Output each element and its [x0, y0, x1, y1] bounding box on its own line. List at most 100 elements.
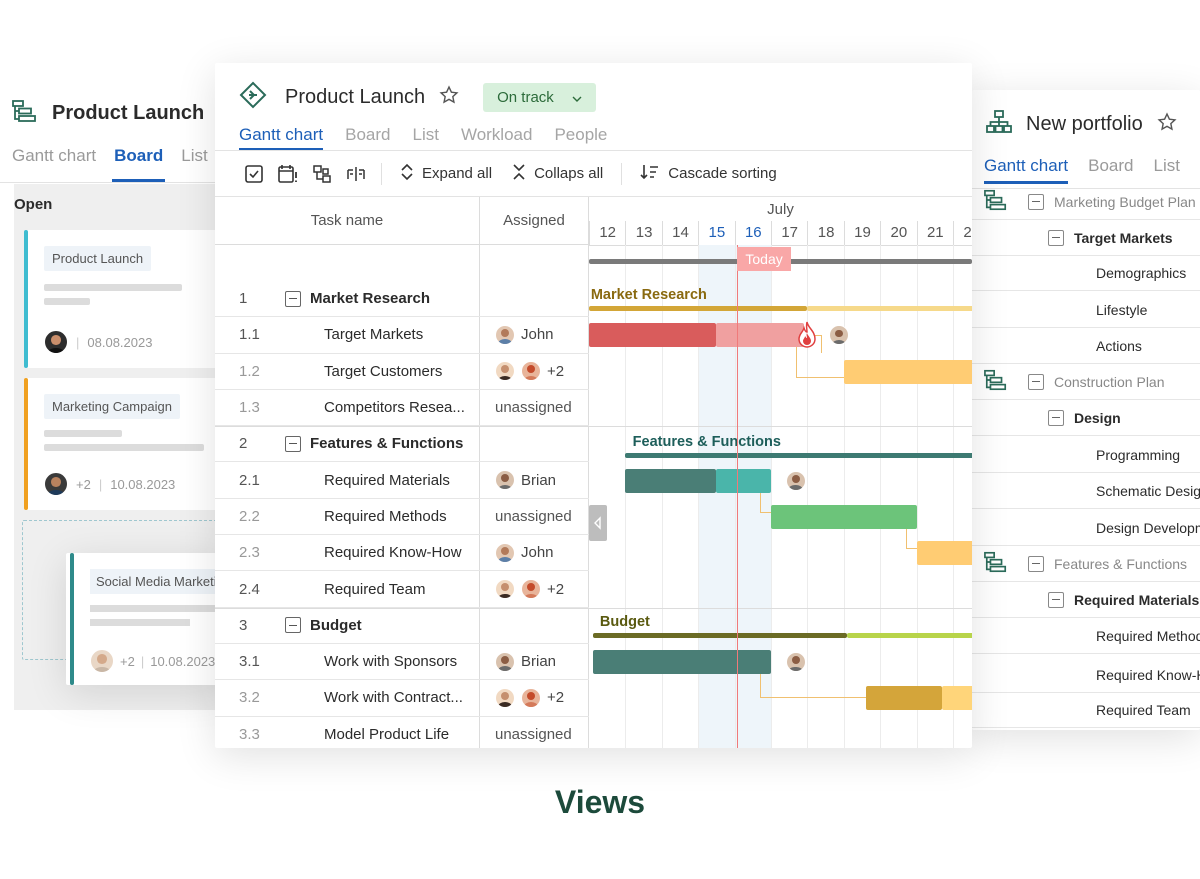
task-row[interactable]: 2.2 Required Methods unassigned: [215, 499, 589, 536]
checkbox-icon[interactable]: [237, 157, 271, 191]
task-name[interactable]: Target Customers: [324, 363, 442, 380]
portfolio-row-task[interactable]: Programming: [972, 437, 1200, 473]
assignee[interactable]: +2: [495, 687, 564, 708]
cascade-sorting-button[interactable]: Cascade sorting: [630, 163, 786, 185]
task-row[interactable]: 1.3 Competitors Resea... unassigned: [215, 390, 589, 427]
task-name[interactable]: Budget: [310, 617, 362, 634]
portfolio-row-project[interactable]: Features & Functions: [972, 546, 1200, 582]
tab-gantt-chart[interactable]: Gantt chart: [239, 125, 324, 151]
status-dropdown[interactable]: On track: [483, 83, 596, 112]
portfolio-row-task[interactable]: Actions: [972, 328, 1200, 364]
gantt-toolbar: Expand all Collaps all Cascade sorting: [215, 151, 972, 197]
task-name[interactable]: Required Methods: [324, 508, 447, 525]
portfolio-row-task[interactable]: Required Team: [972, 692, 1200, 728]
assignee-name: unassigned: [495, 725, 572, 743]
collapse-toggle[interactable]: [285, 435, 301, 452]
tab-list[interactable]: List: [412, 125, 438, 145]
task-name[interactable]: Market Research: [310, 290, 430, 307]
task-name[interactable]: Required Materials: [324, 472, 450, 489]
board-card[interactable]: Marketing Campaign +2 | 10.08.2023: [24, 378, 224, 510]
portfolio-row-project[interactable]: Marketing Budget Plan: [972, 184, 1200, 220]
column-header-assigned[interactable]: Assigned: [479, 197, 589, 245]
tab-list[interactable]: List: [1153, 156, 1179, 176]
tab-gantt-chart[interactable]: Gantt chart: [984, 156, 1069, 184]
assignee[interactable]: +2: [495, 361, 564, 382]
tab-gantt-chart[interactable]: Gantt chart: [12, 146, 96, 166]
placeholder-line: [44, 444, 204, 451]
task-row[interactable]: 2.1 Required Materials Brian: [215, 463, 589, 499]
column-title: Open: [14, 196, 53, 213]
task-row[interactable]: 1.1 Target Markets John: [215, 317, 589, 354]
task-row[interactable]: 2.4 Required Team +2: [215, 571, 589, 608]
day-header: 18: [807, 221, 843, 245]
portfolio-row-project[interactable]: Construction Plan: [972, 364, 1200, 400]
collapse-toggle[interactable]: [1028, 193, 1044, 210]
tab-workload[interactable]: Workload: [461, 125, 533, 145]
assignee[interactable]: +2: [495, 579, 564, 600]
portfolio-row-group[interactable]: Design: [972, 400, 1200, 436]
tab-list[interactable]: List: [181, 146, 207, 166]
task-bar: [771, 504, 917, 529]
portfolio-row-task[interactable]: Demographics: [972, 255, 1200, 291]
assignee[interactable]: unassigned: [495, 508, 572, 525]
card-accent: [24, 230, 28, 368]
assignee[interactable]: John: [495, 542, 554, 563]
panel-resize-handle[interactable]: [589, 504, 607, 541]
tab-board[interactable]: Board: [112, 146, 166, 182]
task-row[interactable]: 3.1 Work with Sponsors Brian: [215, 644, 589, 681]
task-name[interactable]: Work with Contract...: [324, 689, 463, 706]
calendar-alert-icon[interactable]: [271, 157, 305, 191]
collapse-toggle[interactable]: [1028, 555, 1044, 572]
dragged-board-card[interactable]: Social Media Marketing +2 | 10.08.2023: [66, 553, 226, 685]
task-name[interactable]: Competitors Resea...: [324, 399, 465, 416]
portfolio-row-task[interactable]: Design Development: [972, 510, 1200, 546]
task-group-row[interactable]: 3 Budget: [215, 608, 589, 644]
collapse-toggle[interactable]: [1028, 373, 1044, 390]
star-icon[interactable]: [1157, 112, 1177, 137]
column-width-icon[interactable]: [339, 157, 373, 191]
portfolio-row-group[interactable]: Required Materials: [972, 582, 1200, 618]
portfolio-row-task[interactable]: Schematic Design: [972, 473, 1200, 509]
portfolio-row-task[interactable]: Required Methods: [972, 618, 1200, 654]
portfolio-row-group[interactable]: Target Markets: [972, 220, 1200, 256]
today-line: [736, 245, 739, 748]
board-card[interactable]: Product Launch | 08.08.2023: [24, 230, 224, 368]
task-row[interactable]: 3.2 Work with Contract... +2: [215, 680, 589, 717]
card-date: 10.08.2023: [110, 476, 176, 492]
collapse-toggle[interactable]: [285, 617, 301, 634]
task-row[interactable]: 2.3 Required Know-How John: [215, 535, 589, 572]
task-group-row[interactable]: 1 Market Research: [215, 281, 589, 318]
task-row[interactable]: 3.3 Model Product Life unassigned: [215, 717, 589, 748]
task-name[interactable]: Required Team: [324, 581, 425, 598]
collapse-toggle[interactable]: [1048, 229, 1064, 246]
task-name[interactable]: Features & Functions: [310, 435, 463, 452]
portfolio-row-label: Lifestyle: [1096, 301, 1148, 318]
column-header-task-name[interactable]: Task name: [215, 197, 479, 245]
tab-board[interactable]: Board: [1088, 156, 1133, 176]
assignee[interactable]: John: [495, 324, 554, 345]
assignee-name: Brian: [521, 471, 557, 489]
task-name[interactable]: Model Product Life: [324, 726, 449, 743]
assignee[interactable]: Brian: [495, 470, 557, 491]
tab-people[interactable]: People: [554, 125, 607, 145]
task-row[interactable]: 1.2 Target Customers +2: [215, 354, 589, 390]
assignee[interactable]: Brian: [495, 651, 556, 672]
collapse-toggle[interactable]: [1048, 409, 1064, 426]
hierarchy-icon[interactable]: [305, 157, 339, 191]
collapse-all-button[interactable]: Collaps all: [502, 163, 613, 185]
star-icon[interactable]: [439, 85, 459, 110]
portfolio-row-task[interactable]: Lifestyle: [972, 292, 1200, 328]
collapse-toggle[interactable]: [285, 290, 301, 307]
divider: [0, 182, 240, 183]
task-name[interactable]: Target Markets: [324, 326, 423, 343]
task-group-row[interactable]: 2 Features & Functions: [215, 426, 589, 463]
task-name[interactable]: Work with Sponsors: [324, 653, 457, 670]
avatar: [90, 649, 114, 673]
task-name[interactable]: Required Know-How: [324, 544, 462, 561]
collapse-toggle[interactable]: [1048, 591, 1064, 608]
expand-all-button[interactable]: Expand all: [390, 163, 502, 185]
assignee[interactable]: unassigned: [495, 726, 572, 743]
portfolio-row-task[interactable]: Required Know-How: [972, 657, 1200, 693]
tab-board[interactable]: Board: [345, 125, 390, 145]
assignee[interactable]: unassigned: [495, 399, 572, 416]
